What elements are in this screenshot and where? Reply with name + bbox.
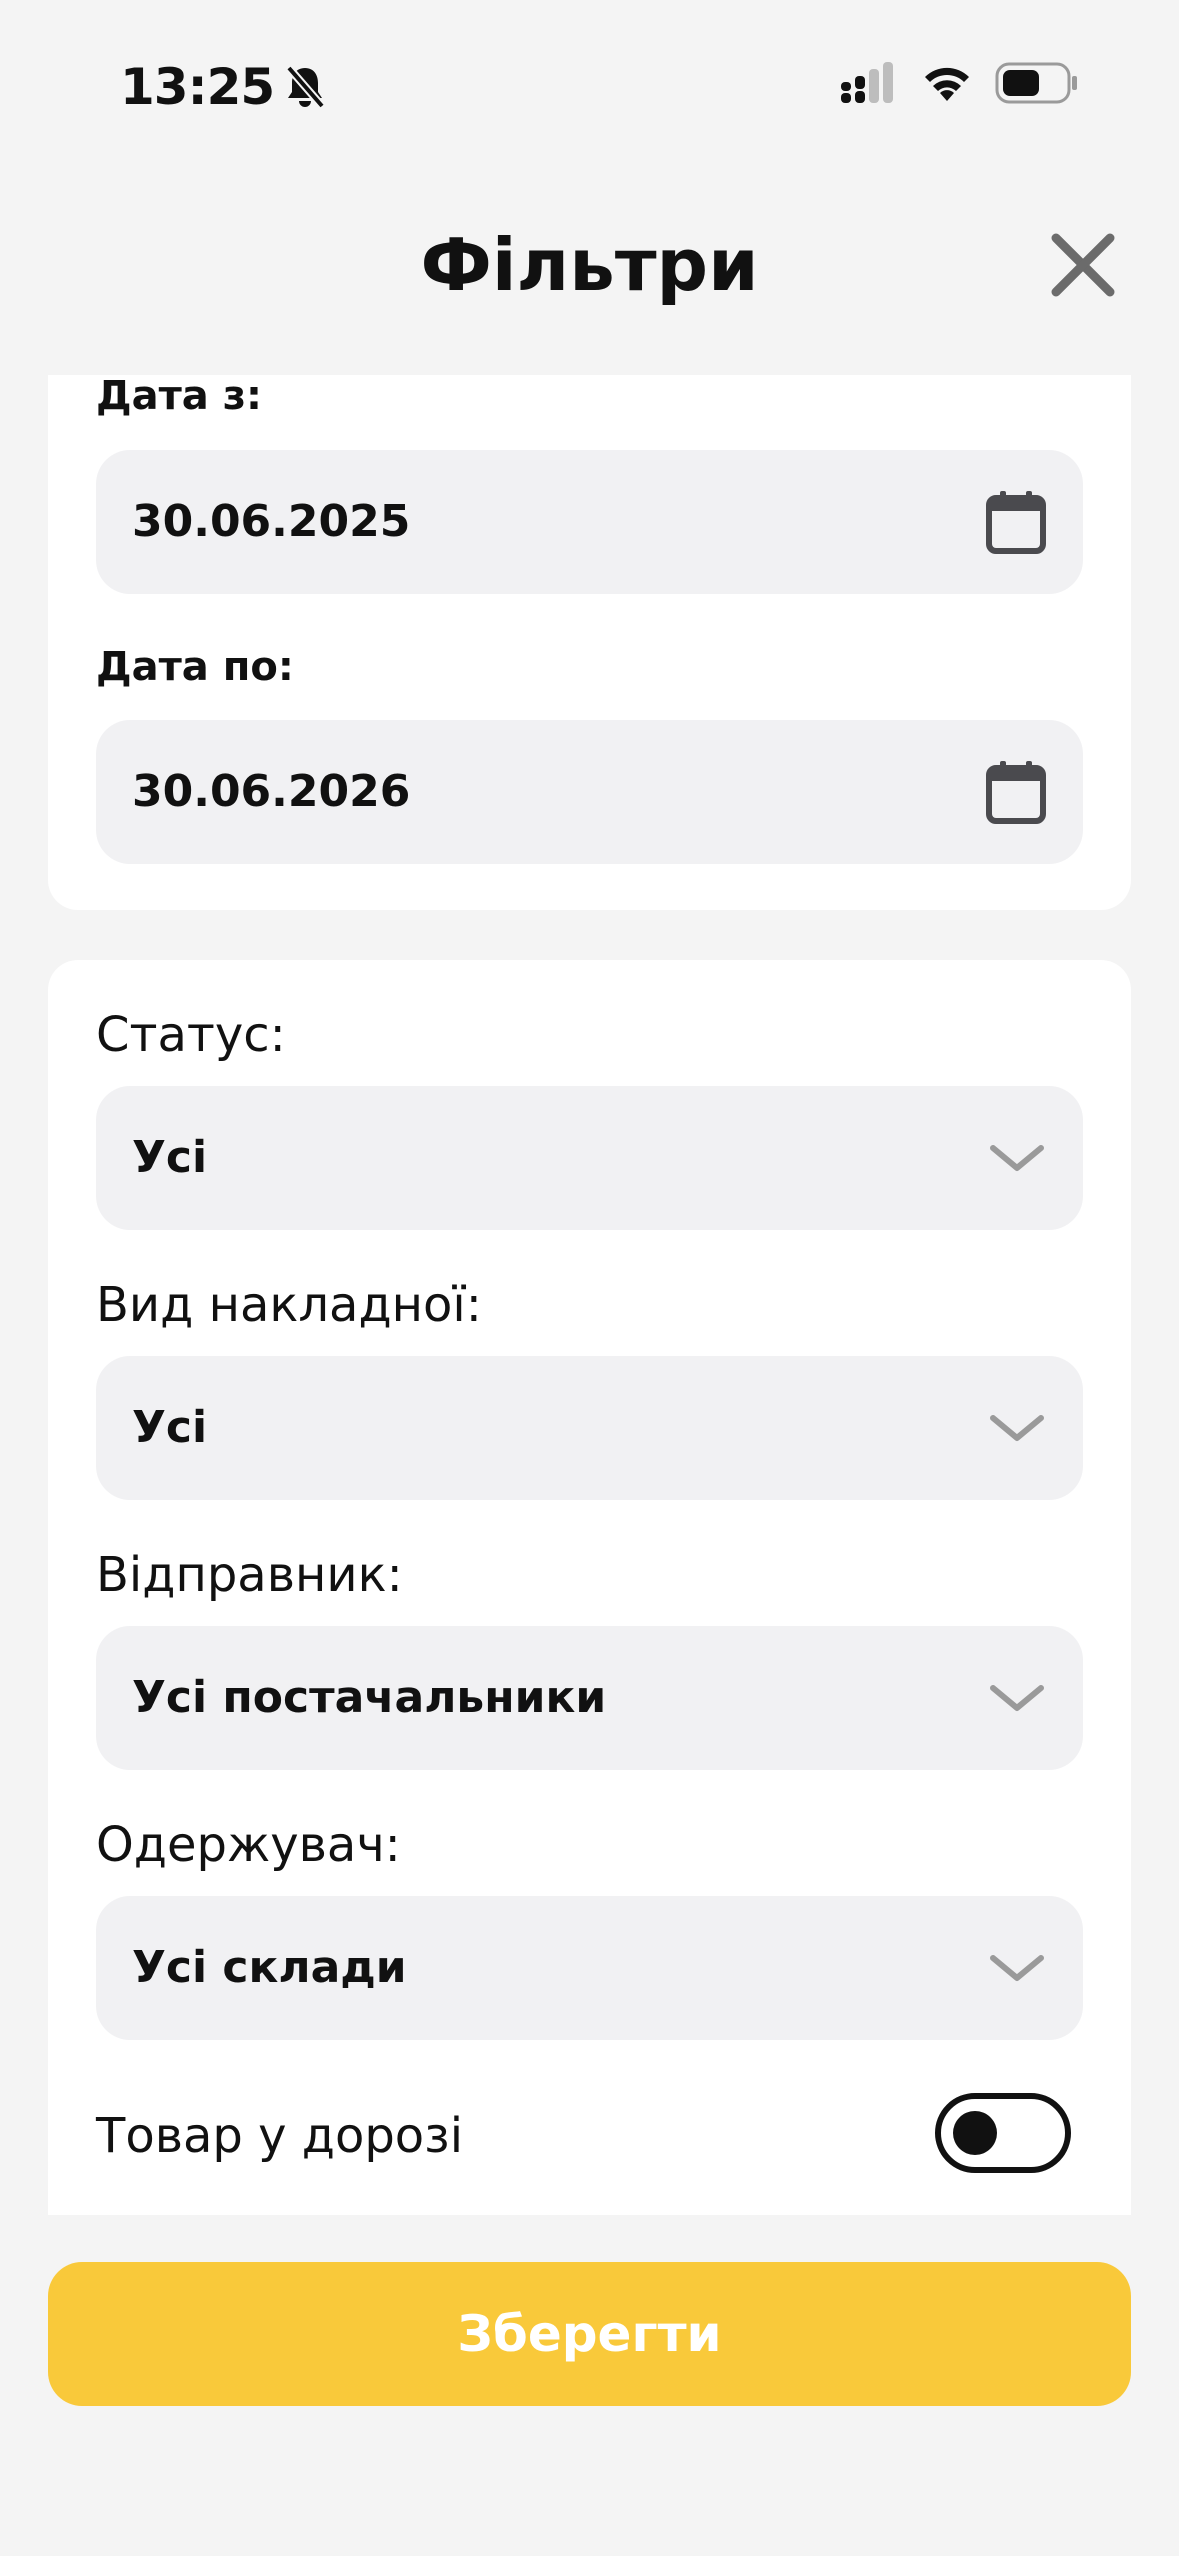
date-from-field[interactable]: 30.06.2025 (96, 450, 1083, 594)
wifi-icon (925, 67, 969, 101)
invoice-type-value: Усі (132, 1402, 208, 1453)
chevron-down-icon (987, 1626, 1047, 1770)
battery-icon (995, 62, 1077, 104)
sender-label: Відправник: (96, 1547, 403, 1603)
status-select[interactable]: Усі (96, 1086, 1083, 1230)
date-to-value: 30.06.2026 (132, 766, 411, 817)
date-to-field[interactable]: 30.06.2026 (96, 720, 1083, 864)
calendar-icon[interactable] (985, 720, 1047, 864)
invoice-type-select[interactable]: Усі (96, 1356, 1083, 1500)
in-transit-label: Товар у дорозі (96, 2108, 464, 2164)
close-button[interactable] (1040, 222, 1126, 308)
bell-slash-icon (286, 65, 326, 109)
toggle-knob (953, 2111, 997, 2155)
page-title: Фільтри (420, 223, 759, 307)
invoice-type-label: Вид накладної: (96, 1277, 482, 1333)
date-to-label: Дата по: (96, 644, 294, 690)
sender-select[interactable]: Усі постачальники (96, 1626, 1083, 1770)
chevron-down-icon (987, 1896, 1047, 2040)
chevron-down-icon (987, 1356, 1047, 1500)
status-bar-icons (839, 62, 1079, 104)
sender-value: Усі постачальники (132, 1672, 607, 1723)
status-value: Усі (132, 1132, 208, 1183)
save-button-label: Зберегти (457, 2305, 722, 2363)
cellular-signal-icon (841, 62, 893, 103)
recipient-select[interactable]: Усі склади (96, 1896, 1083, 2040)
calendar-icon[interactable] (985, 450, 1047, 594)
status-label: Статус: (96, 1007, 286, 1063)
date-from-label: Дата з: (96, 373, 262, 419)
in-transit-toggle[interactable] (935, 2093, 1071, 2173)
chevron-down-icon (987, 1086, 1047, 1230)
status-bar-time: 13:25 (120, 52, 326, 122)
recipient-label: Одержувач: (96, 1817, 401, 1873)
time-text: 13:25 (120, 58, 275, 116)
date-from-value: 30.06.2025 (132, 496, 411, 547)
close-icon (1051, 233, 1115, 297)
recipient-value: Усі склади (132, 1942, 407, 1993)
save-button[interactable]: Зберегти (48, 2262, 1131, 2406)
